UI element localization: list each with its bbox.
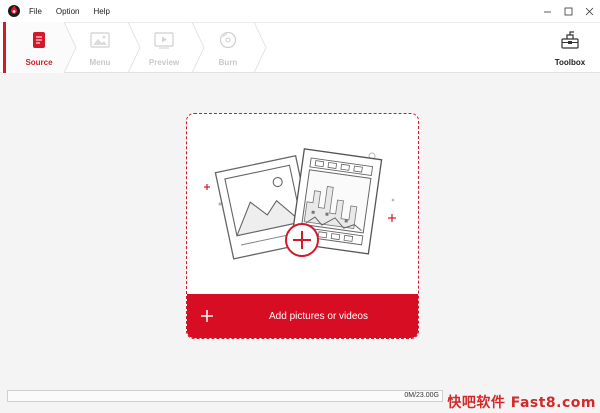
app-logo-icon [7,4,21,18]
step-burn[interactable]: Burn [196,22,260,73]
step-preview-label: Preview [148,58,180,67]
close-icon [585,7,594,15]
maximize-button[interactable] [558,0,579,22]
active-step-indicator [3,22,6,73]
step-toolbar: Source Menu Preview Burn Toolbox [0,22,600,73]
toolbox-label: Toolbox [554,58,586,67]
step-menu[interactable]: Menu [68,22,132,73]
menu-file[interactable]: File [29,7,42,16]
document-icon [28,31,50,49]
step-source[interactable]: Source [7,22,71,73]
title-bar: File Option Help [0,0,600,22]
play-icon [153,31,175,49]
step-burn-label: Burn [218,58,238,67]
menu-help[interactable]: Help [93,7,109,16]
add-media-illustration [204,148,396,260]
close-button[interactable] [579,0,600,22]
step-source-label: Source [25,58,53,67]
watermark-text: 快吧软件 Fast8.com [447,395,596,411]
disc-capacity-bar: 0M/23.00G [7,390,443,402]
media-drop-zone[interactable]: Add pictures or videos [186,113,419,339]
minimize-icon [544,11,551,12]
add-media-label: Add pictures or videos [269,310,368,322]
minimize-button[interactable] [537,0,558,22]
step-menu-label: Menu [89,58,111,67]
capacity-text: 0M/23.00G [404,392,439,399]
add-media-button[interactable]: Add pictures or videos [187,294,418,338]
disc-icon [217,31,239,49]
menu-option[interactable]: Option [56,7,80,16]
menu-picture-icon [89,31,111,49]
maximize-icon [564,7,573,15]
toolbox-button[interactable]: Toolbox [540,22,600,73]
toolbox-icon [560,30,580,50]
step-preview[interactable]: Preview [132,22,196,73]
window-controls [537,0,600,22]
